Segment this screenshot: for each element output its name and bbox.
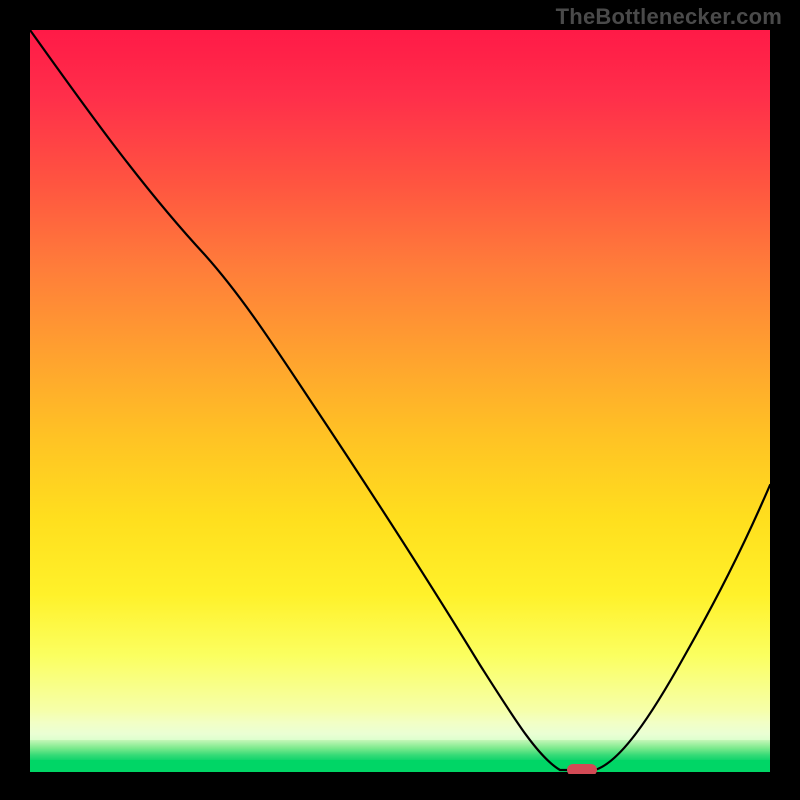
- watermark-text: TheBottlenecker.com: [556, 4, 782, 30]
- minimum-marker: [567, 764, 597, 774]
- bottleneck-curve: [30, 30, 770, 770]
- chart-frame: TheBottlenecker.com: [0, 0, 800, 800]
- curve-overlay: [30, 30, 770, 774]
- plot-area: [30, 30, 770, 774]
